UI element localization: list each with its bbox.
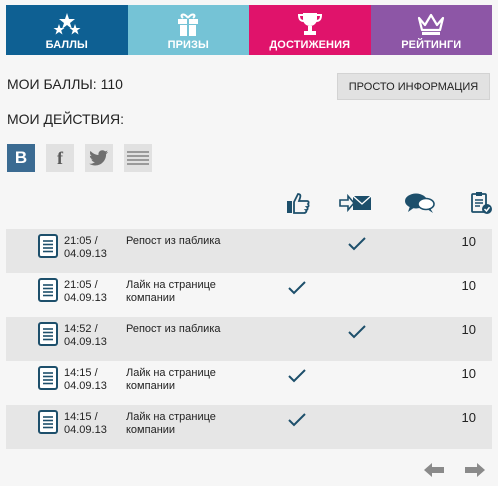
vk-icon[interactable]: В bbox=[7, 144, 35, 172]
row-time: 21:05 / bbox=[64, 235, 98, 247]
stars-icon bbox=[52, 10, 82, 38]
row-date: 04.09.13 bbox=[64, 424, 107, 436]
tab-achievements-label: ДОСТИЖЕНИЯ bbox=[269, 39, 351, 51]
row-datetime: 14:15 /04.09.13 bbox=[64, 367, 107, 393]
trophy-icon bbox=[297, 10, 323, 38]
tab-prizes-label: ПРИЗЫ bbox=[167, 39, 209, 51]
table-row: 14:52 /04.09.13 Репост из паблика 10 bbox=[6, 317, 492, 361]
clipboard-check-icon bbox=[464, 190, 498, 216]
row-date: 04.09.13 bbox=[64, 380, 107, 392]
row-time: 14:15 / bbox=[64, 367, 98, 379]
like-check-icon bbox=[288, 281, 306, 295]
document-icon[interactable] bbox=[38, 366, 58, 390]
document-icon[interactable] bbox=[38, 234, 58, 258]
row-points: 10 bbox=[461, 234, 476, 249]
row-datetime: 14:52 /04.09.13 bbox=[64, 323, 107, 349]
row-action: Лайк на странице компании bbox=[126, 367, 216, 392]
message-icon bbox=[339, 190, 373, 216]
twitter-icon[interactable] bbox=[85, 144, 113, 172]
row-points: 10 bbox=[461, 322, 476, 337]
tab-points-label: БАЛЛЫ bbox=[45, 39, 88, 51]
vk-label: В bbox=[14, 148, 28, 167]
list-icon[interactable] bbox=[124, 144, 152, 172]
row-datetime: 21:05 /04.09.13 bbox=[64, 235, 107, 261]
row-time: 21:05 / bbox=[64, 279, 98, 291]
table-row: 14:15 /04.09.13 Лайк на странице компании… bbox=[6, 405, 492, 449]
tab-bar: БАЛЛЫ ПРИЗЫ ДОСТИЖЕНИЯ РЕЙТИНГИ bbox=[6, 5, 492, 55]
like-check-icon bbox=[288, 413, 306, 427]
tab-ratings-label: РЕЙТИНГИ bbox=[401, 39, 462, 51]
like-check-icon bbox=[288, 369, 306, 383]
document-icon[interactable] bbox=[38, 410, 58, 434]
tab-ratings[interactable]: РЕЙТИНГИ bbox=[370, 5, 492, 55]
row-action: Репост из паблика bbox=[126, 235, 221, 247]
info-button[interactable]: ПРОСТО ИНФОРМАЦИЯ bbox=[337, 73, 490, 100]
row-time: 14:52 / bbox=[64, 323, 98, 335]
tab-achievements[interactable]: ДОСТИЖЕНИЯ bbox=[249, 5, 371, 55]
row-date: 04.09.13 bbox=[64, 292, 107, 304]
tab-prizes[interactable]: ПРИЗЫ bbox=[127, 5, 249, 55]
row-points: 10 bbox=[461, 366, 476, 381]
my-actions-title: МОИ ДЕЙСТВИЯ: bbox=[7, 111, 124, 127]
activity-list: 21:05 /04.09.13 Репост из паблика 10 21:05 … bbox=[6, 229, 492, 449]
row-time: 14:15 / bbox=[64, 411, 98, 423]
prev-arrow-icon[interactable] bbox=[422, 461, 446, 479]
comment-icon bbox=[403, 190, 437, 216]
tab-points[interactable]: БАЛЛЫ bbox=[6, 5, 128, 55]
my-points: МОИ БАЛЛЫ: 110 bbox=[7, 76, 123, 92]
social-filters: В f bbox=[7, 144, 152, 172]
row-points: 10 bbox=[461, 410, 476, 425]
row-action: Лайк на странице компании bbox=[126, 411, 216, 436]
row-action: Лайк на странице компании bbox=[126, 279, 216, 304]
table-row: 14:15 /04.09.13 Лайк на странице компании… bbox=[6, 361, 492, 405]
row-datetime: 21:05 /04.09.13 bbox=[64, 279, 107, 305]
row-date: 04.09.13 bbox=[64, 248, 107, 260]
repost-check-icon bbox=[348, 237, 366, 251]
crown-icon bbox=[417, 10, 445, 38]
document-icon[interactable] bbox=[38, 278, 58, 302]
row-date: 04.09.13 bbox=[64, 336, 107, 348]
row-datetime: 14:15 /04.09.13 bbox=[64, 411, 107, 437]
row-action: Репост из паблика bbox=[126, 323, 221, 335]
document-icon[interactable] bbox=[38, 322, 58, 346]
gift-icon bbox=[176, 10, 200, 38]
like-icon bbox=[281, 190, 315, 216]
next-arrow-icon[interactable] bbox=[463, 461, 487, 479]
repost-check-icon bbox=[348, 325, 366, 339]
column-headers bbox=[0, 190, 498, 216]
row-points: 10 bbox=[461, 278, 476, 293]
facebook-label: f bbox=[57, 147, 63, 168]
table-row: 21:05 /04.09.13 Репост из паблика 10 bbox=[6, 229, 492, 273]
table-row: 21:05 /04.09.13 Лайк на странице компании… bbox=[6, 273, 492, 317]
facebook-icon[interactable]: f bbox=[46, 144, 74, 172]
